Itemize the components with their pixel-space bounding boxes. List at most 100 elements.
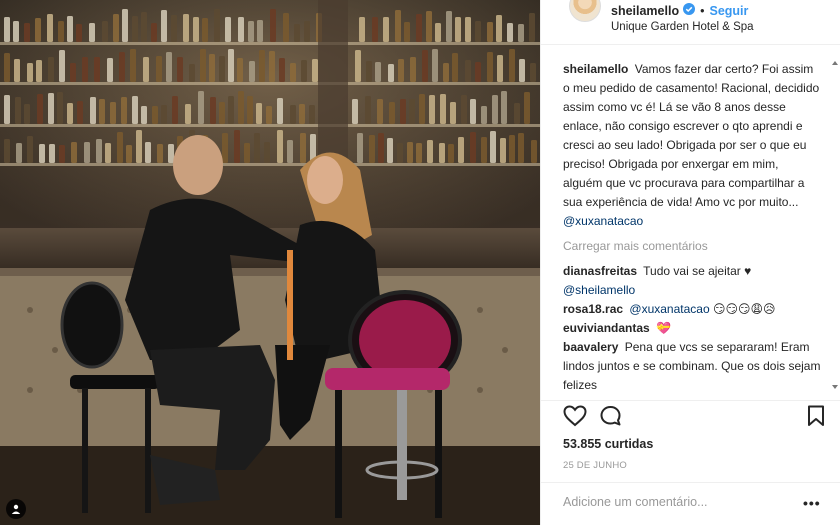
follow-button[interactable]: Seguir bbox=[709, 4, 748, 18]
comment-mention[interactable]: @xuxanatacao bbox=[629, 302, 709, 316]
load-more-comments-button[interactable]: Carregar mais comentários bbox=[563, 237, 821, 256]
post-date[interactable]: 25 DE JUNHO bbox=[563, 460, 627, 471]
bottle-shape bbox=[16, 143, 22, 163]
bottle-shape bbox=[375, 62, 381, 82]
bottle-shape bbox=[452, 53, 458, 82]
bottle-shape bbox=[59, 50, 65, 82]
bottle-shape bbox=[238, 17, 244, 42]
bottle-shape bbox=[277, 98, 283, 124]
bottle-shape bbox=[387, 138, 393, 163]
bottle-shape bbox=[96, 139, 102, 163]
bottle-shape bbox=[71, 142, 77, 163]
bottle-shape bbox=[168, 144, 174, 163]
header-username[interactable]: sheilamello bbox=[611, 4, 679, 18]
bottle-shape bbox=[49, 144, 55, 163]
comment-mention[interactable]: @sheilamello bbox=[563, 283, 635, 297]
bottle-shape bbox=[121, 97, 127, 124]
bottle-shape bbox=[519, 59, 525, 82]
bottle-shape bbox=[82, 57, 88, 82]
comment-username[interactable]: euviviandantas bbox=[563, 321, 650, 335]
bottle-shape bbox=[357, 133, 363, 163]
bottle-shape bbox=[304, 21, 310, 42]
caption-mention[interactable]: @xuxanatacao bbox=[563, 214, 643, 228]
bottle-shape bbox=[372, 17, 378, 42]
bottle-shape bbox=[492, 95, 498, 124]
bottle-shape bbox=[400, 99, 406, 124]
bottle-shape bbox=[266, 106, 272, 124]
comment-bubble-icon[interactable] bbox=[599, 405, 623, 432]
bottle-shape bbox=[145, 142, 151, 163]
bottle-shape bbox=[290, 63, 296, 82]
bottle-shape bbox=[259, 50, 265, 82]
bottle-shape bbox=[429, 95, 435, 124]
bottle-shape bbox=[183, 14, 189, 42]
bottle-shape bbox=[200, 49, 206, 82]
comment-username[interactable]: rosa18.rac bbox=[563, 302, 623, 316]
bottle-shape bbox=[84, 142, 90, 163]
comments-scrollbar[interactable] bbox=[832, 60, 838, 400]
bottle-shape bbox=[427, 140, 433, 163]
bottle-shape bbox=[161, 10, 167, 42]
bottle-shape bbox=[219, 102, 225, 124]
avatar[interactable] bbox=[569, 0, 601, 22]
bottle-shape bbox=[210, 97, 216, 124]
bottle-shape bbox=[214, 9, 220, 42]
comment-username[interactable]: dianasfreitas bbox=[563, 264, 637, 278]
bottle-shape bbox=[446, 11, 452, 42]
comments-list[interactable]: sheilamello Vamos fazer dar certo? Foi a… bbox=[541, 60, 831, 400]
likes-count[interactable]: 53.855 curtidas bbox=[563, 437, 653, 451]
more-options-button[interactable]: ••• bbox=[803, 495, 821, 511]
bottle-shape bbox=[202, 18, 208, 42]
bottle-shape bbox=[225, 17, 231, 42]
bottle-shape bbox=[234, 130, 240, 163]
comment-text: 😏😏😏😩😥 bbox=[712, 302, 776, 316]
caption: sheilamello Vamos fazer dar certo? Foi a… bbox=[563, 60, 821, 231]
bottle-shape bbox=[514, 103, 520, 124]
bottle-shape bbox=[487, 52, 493, 82]
bottle-shape bbox=[4, 139, 10, 163]
bottle-shape bbox=[299, 104, 305, 124]
bottle-shape bbox=[475, 62, 481, 82]
comment-item: dianasfreitas Tudo vai se ajeitar ♥ @she… bbox=[563, 262, 821, 300]
bottle-shape bbox=[458, 137, 464, 163]
bottle-shape bbox=[117, 132, 123, 163]
bottle-shape bbox=[89, 23, 95, 42]
bottle-shape bbox=[529, 13, 535, 42]
header-divider bbox=[541, 44, 840, 45]
post-sidebar: sheilamello • Seguir Unique Garden Hotel… bbox=[540, 0, 840, 525]
user-tag-button[interactable] bbox=[6, 499, 26, 519]
comment-text: Tudo vai se ajeitar ♥ bbox=[643, 264, 752, 278]
bottle-shape bbox=[152, 106, 158, 124]
caption-text: Vamos fazer dar certo? Foi assim o meu p… bbox=[563, 62, 820, 209]
bottle-shape bbox=[290, 105, 296, 124]
comment-item: baavalery Pena que vcs se separaram! Era… bbox=[563, 338, 821, 395]
heart-icon[interactable] bbox=[563, 405, 587, 432]
bottle-shape bbox=[177, 57, 183, 82]
bottle-shape bbox=[497, 55, 503, 82]
bottle-shape bbox=[248, 21, 254, 42]
bottle-shape bbox=[14, 59, 20, 82]
bottle-shape bbox=[312, 59, 318, 82]
caption-username[interactable]: sheilamello bbox=[563, 62, 628, 76]
header-text: sheilamello • Seguir Unique Garden Hotel… bbox=[611, 3, 754, 33]
bottle-shape bbox=[481, 106, 487, 124]
bottle-shape bbox=[440, 94, 446, 124]
bottle-shape bbox=[432, 49, 438, 82]
add-comment-input[interactable] bbox=[563, 495, 813, 509]
bottle-shape bbox=[416, 14, 422, 42]
bottle-shape bbox=[509, 135, 515, 163]
location-link[interactable]: Unique Garden Hotel & Spa bbox=[611, 21, 754, 33]
bookmark-icon[interactable] bbox=[807, 405, 825, 432]
bottle-shape bbox=[481, 137, 487, 163]
bottle-shape bbox=[228, 96, 234, 124]
bottle-shape bbox=[395, 10, 401, 42]
bottle-shape bbox=[67, 16, 73, 42]
bottle-shape bbox=[470, 132, 476, 163]
comment-username[interactable]: baavalery bbox=[563, 340, 618, 354]
bottle-shape bbox=[198, 91, 204, 124]
bottle-shape bbox=[369, 135, 375, 163]
bottle-shape bbox=[416, 143, 422, 163]
bottle-shape bbox=[496, 15, 502, 42]
bottle-shape bbox=[161, 105, 167, 124]
post-photo[interactable] bbox=[0, 0, 540, 525]
